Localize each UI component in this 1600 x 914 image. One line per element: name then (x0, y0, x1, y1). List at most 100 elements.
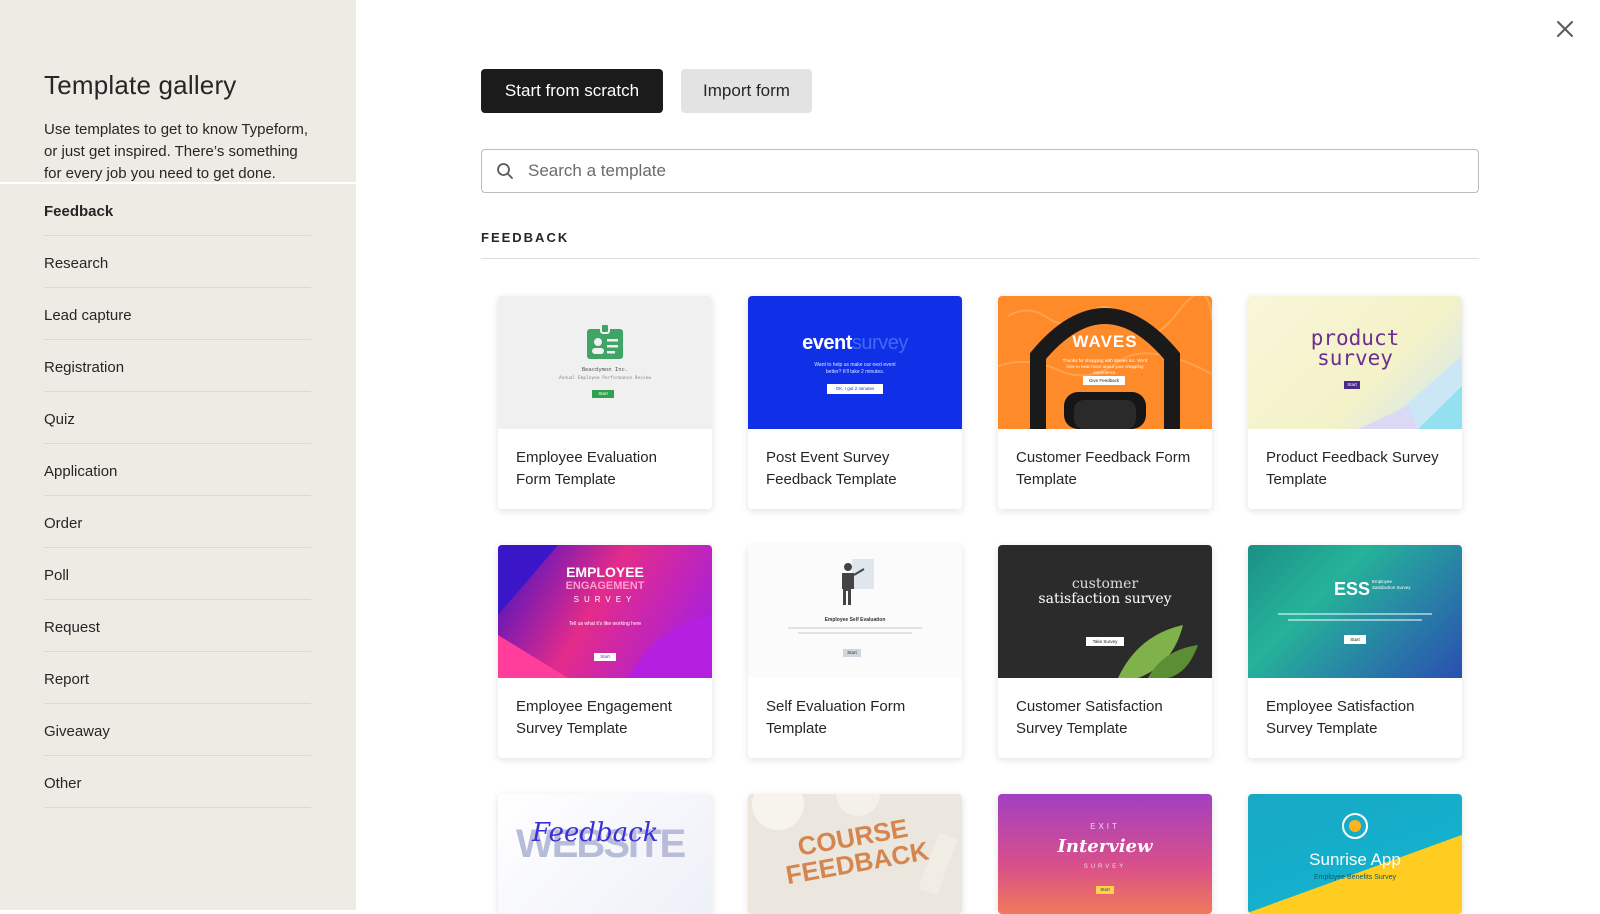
thumb-text-line (1288, 619, 1422, 621)
template-title: Employee Engagement Survey Template (516, 698, 672, 737)
template-thumbnail: ESS Employee Satisfaction Survey Start (1248, 545, 1462, 678)
thumb-title-line1: customer (1071, 576, 1139, 592)
template-thumbnail: WEBSITE Feedback (498, 794, 712, 914)
category-report[interactable]: Report (44, 652, 311, 704)
category-giveaway[interactable]: Giveaway (44, 704, 311, 756)
thumb-button: Start (1344, 381, 1360, 389)
template-title: Self Evaluation Form Template (766, 698, 906, 737)
category-request[interactable]: Request (44, 600, 311, 652)
thumb-title-bottom: SURVEY (1083, 864, 1127, 870)
thumb-title-line2: satisfaction survey (1038, 591, 1172, 607)
search-input[interactable] (526, 160, 1430, 182)
sidebar-description: Use templates to get to know Typeform, o… (44, 121, 309, 182)
thumb-title-line1: EMPLOYEE (566, 564, 644, 580)
template-thumbnail: Beacdymon Inc. Annual Employee Performan… (498, 296, 712, 429)
template-card-website-feedback[interactable]: WEBSITE Feedback (498, 794, 712, 914)
sidebar-header: Template gallery Use templates to get to… (0, 0, 356, 184)
thumb-text-line (788, 627, 922, 629)
thumb-company: Beacdymon Inc. (581, 367, 629, 373)
thumb-title-script: Feedback (532, 818, 659, 848)
template-thumbnail: eventsurvey Want to help us make our nex… (748, 296, 962, 429)
thumb-button: Start (592, 390, 614, 398)
category-order[interactable]: Order (44, 496, 311, 548)
template-card-employee-satisfaction[interactable]: ESS Employee Satisfaction Survey Start E… (1248, 545, 1462, 758)
thumb-title-top: EXIT (1090, 822, 1120, 831)
category-registration[interactable]: Registration (44, 340, 311, 392)
id-badge-icon (587, 324, 623, 359)
close-icon (1557, 21, 1573, 37)
thumb-title-event: event (802, 332, 852, 354)
template-thumbnail: COURSE FEEDBACK (748, 794, 962, 914)
thumb-title-line1: product (1310, 326, 1400, 350)
thumb-title-line2: ENGAGEMENT (565, 580, 645, 592)
category-quiz[interactable]: Quiz (44, 392, 311, 444)
presenter-icon (842, 559, 874, 605)
template-thumbnail: WAVES Thanks for shopping with Waves Inc… (998, 296, 1212, 429)
search-box[interactable] (481, 149, 1479, 193)
thumb-title-line3: SURVEY (573, 595, 637, 604)
thumb-subtitle: Employee Satisfaction Survey (1372, 579, 1411, 590)
thumb-subtitle: Annual Employee Performance Review (558, 376, 652, 381)
template-card-employee-engagement[interactable]: EMPLOYEE ENGAGEMENT SURVEY Tell us what … (498, 545, 712, 758)
thumb-title-survey: survey (851, 332, 908, 354)
template-grid: Beacdymon Inc. Annual Employee Performan… (498, 296, 1462, 758)
thumb-subtitle: Employee Benefits Survey (1313, 874, 1397, 881)
thumb-button: Take Survey (1086, 637, 1124, 646)
thumb-button: Start (1344, 635, 1366, 644)
template-card-customer-feedback[interactable]: WAVES Thanks for shopping with Waves Inc… (998, 296, 1212, 509)
category-poll[interactable]: Poll (44, 548, 311, 600)
thumb-button: Start (843, 649, 861, 657)
category-feedback[interactable]: Feedback (44, 184, 311, 236)
template-card-sunrise-app[interactable]: Sunrise App Employee Benefits Survey (1248, 794, 1462, 914)
category-application[interactable]: Application (44, 444, 311, 496)
thumb-title: product survey (1248, 326, 1462, 370)
template-card-product-feedback[interactable]: product survey Start Product Feedback Su… (1248, 296, 1462, 509)
template-card-self-evaluation[interactable]: Employee Self Evaluation Start Self Eval… (748, 545, 962, 758)
template-title: Customer Satisfaction Survey Template (1016, 698, 1163, 737)
start-from-scratch-button[interactable]: Start from scratch (481, 69, 663, 113)
thumb-button: OK, I got 2 minutes (827, 384, 883, 394)
thumb-button: Give Feedback (1083, 376, 1125, 385)
template-thumbnail: EXIT Interview SURVEY Start (998, 794, 1212, 914)
action-buttons: Start from scratch Import form (481, 69, 812, 113)
thumb-title: ESS (1334, 579, 1371, 599)
template-grid-row-3: WEBSITE Feedback COURSE FEEDBACK EXIT In… (498, 794, 1462, 914)
template-card-exit-interview[interactable]: EXIT Interview SURVEY Start (998, 794, 1212, 914)
template-thumbnail: customer satisfaction survey Take Survey (998, 545, 1212, 678)
thumb-subtitle: Want to help us make our next event bett… (814, 362, 896, 375)
template-title: Employee Evaluation Form Template (516, 449, 657, 488)
category-research[interactable]: Research (44, 236, 311, 288)
main-content: Start from scratch Import form FEEDBACK (356, 0, 1600, 914)
template-thumbnail: EMPLOYEE ENGAGEMENT SURVEY Tell us what … (498, 545, 712, 678)
template-title: Employee Satisfaction Survey Template (1266, 698, 1415, 737)
thumb-text-line (1278, 613, 1432, 615)
section-title: FEEDBACK (481, 230, 1479, 259)
import-form-button[interactable]: Import form (681, 69, 812, 113)
close-button[interactable] (1554, 18, 1576, 40)
category-lead-capture[interactable]: Lead capture (44, 288, 311, 340)
template-card-employee-evaluation[interactable]: Beacdymon Inc. Annual Employee Performan… (498, 296, 712, 509)
template-thumbnail: Sunrise App Employee Benefits Survey (1248, 794, 1462, 914)
template-card-course-feedback[interactable]: COURSE FEEDBACK (748, 794, 962, 914)
thumb-subtitle: Tell us what it's like working here (568, 621, 642, 627)
template-card-customer-satisfaction[interactable]: customer satisfaction survey Take Survey… (998, 545, 1212, 758)
thumb-title: WAVES (1072, 332, 1138, 351)
template-thumbnail: Employee Self Evaluation Start (748, 545, 962, 678)
category-list: Feedback Research Lead capture Registrat… (0, 184, 356, 808)
leaf-image (1118, 625, 1198, 678)
template-title: Product Feedback Survey Template (1266, 449, 1439, 488)
thumb-title: customer satisfaction survey (998, 577, 1212, 607)
template-card-post-event-survey[interactable]: eventsurvey Want to help us make our nex… (748, 296, 962, 509)
thumb-title: Sunrise App (1309, 850, 1401, 869)
thumb-button: Start (594, 653, 616, 661)
template-title: Customer Feedback Form Template (1016, 449, 1191, 488)
thumb-title-line2: survey (1317, 346, 1393, 370)
thumb-subtitle: Thanks for shopping with Waves Inc. We'd… (1062, 358, 1148, 375)
category-other[interactable]: Other (44, 756, 311, 808)
search-icon (497, 163, 513, 179)
thumb-button: Start (1096, 886, 1114, 894)
thumb-title: Interview (1057, 836, 1153, 857)
sidebar-title: Template gallery (44, 70, 237, 100)
sidebar: Template gallery Use templates to get to… (0, 0, 356, 910)
thumb-title: Employee Self Evaluation (824, 617, 886, 623)
